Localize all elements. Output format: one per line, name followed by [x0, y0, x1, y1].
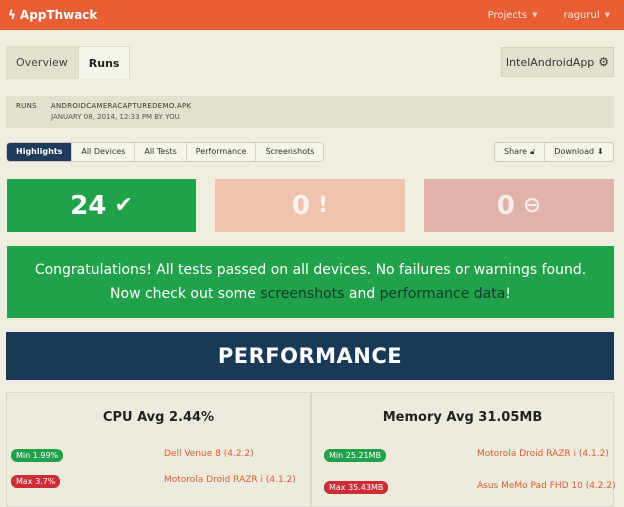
projects-label: Projects: [487, 9, 528, 21]
tab-all-tests[interactable]: All Tests: [135, 143, 187, 161]
warnings-count: 0: [291, 190, 311, 221]
app-name-label: IntelAndroidApp: [505, 55, 595, 69]
success-banner: Congratulations! All tests passed on all…: [7, 246, 614, 318]
failures-count: 0: [496, 190, 515, 221]
warnings-count-tile[interactable]: 0 !: [215, 179, 405, 232]
tab-all-devices[interactable]: All Devices: [72, 143, 136, 161]
memory-max-device[interactable]: Asus MeMo Pad FHD 10 (4.2.2): [477, 481, 617, 491]
memory-panel: Memory Avg 31.05MB Min 25.21MB Motorola …: [311, 392, 617, 507]
download-button[interactable]: Download ⬇: [545, 143, 612, 161]
user-dropdown[interactable]: ragurul ▼: [563, 10, 610, 21]
screenshots-link[interactable]: screenshots: [260, 286, 344, 302]
tab-overview[interactable]: Overview: [6, 46, 78, 79]
performance-heading: PERFORMANCE: [6, 332, 614, 380]
cpu-min-device[interactable]: Dell Venue 8 (4.2.2): [164, 449, 304, 459]
top-navbar: ϟ AppThwack Projects ▼ ragurul ▼: [0, 0, 624, 30]
share-button[interactable]: Share 🔓︎: [495, 143, 546, 161]
run-date: JANUARY 08, 2014, 12:33 PM BY YOU: [51, 113, 180, 121]
minus-circle-icon: ⊖: [522, 193, 542, 218]
tab-runs[interactable]: Runs: [77, 46, 131, 79]
download-arrow-icon: ⬇: [597, 147, 604, 156]
breadcrumb-runs[interactable]: RUNS: [16, 102, 37, 110]
passed-count-tile[interactable]: 24 ✔: [7, 179, 196, 232]
tab-highlights[interactable]: Highlights: [7, 143, 73, 161]
download-label: Download: [554, 147, 595, 156]
memory-min-device[interactable]: Motorola Droid RAZR i (4.1.2): [477, 449, 617, 459]
failures-count-tile[interactable]: 0 ⊖: [424, 179, 614, 232]
tab-performance[interactable]: Performance: [187, 143, 257, 161]
cpu-avg-title: CPU Avg 2.44%: [102, 410, 215, 425]
lightning-bolt-icon: ϟ: [8, 8, 16, 22]
memory-min-badge: Min 25.21MB: [324, 449, 387, 462]
app-settings-button[interactable]: IntelAndroidApp ⚙: [501, 47, 614, 77]
passed-count: 24: [70, 190, 107, 221]
banner-message: Congratulations! All tests passed on all…: [34, 262, 587, 278]
breadcrumb-file: ANDROIDCAMERACAPTUREDEMO.APK: [50, 102, 192, 110]
user-label: ragurul: [563, 9, 600, 21]
share-label: Share: [504, 147, 528, 156]
chevron-down-icon: ▼: [532, 11, 538, 19]
cpu-max-device[interactable]: Motorola Droid RAZR i (4.1.2): [164, 475, 304, 485]
gear-icon: ⚙: [598, 55, 610, 69]
cpu-panel: CPU Avg 2.44% Min 1.99% Dell Venue 8 (4.…: [6, 392, 311, 507]
exclamation-icon: !: [318, 193, 329, 218]
results-subnav: Highlights All Devices All Tests Perform…: [6, 142, 325, 162]
banner-text: !: [505, 286, 511, 302]
banner-text: and: [344, 286, 380, 302]
brand-name: AppThwack: [19, 8, 98, 22]
projects-dropdown[interactable]: Projects ▼: [488, 10, 538, 21]
lock-icon: 🔓︎: [530, 147, 536, 156]
memory-max-badge: Max 35.43MB: [324, 481, 389, 494]
checkmark-icon: ✔: [114, 193, 133, 218]
banner-text: Now check out some: [110, 286, 261, 302]
brand-logo[interactable]: ϟ AppThwack: [8, 8, 97, 22]
tab-screenshots[interactable]: Screenshots: [256, 143, 323, 161]
chevron-down-icon: ▼: [604, 11, 610, 19]
cpu-min-badge: Min 1.99%: [11, 449, 64, 462]
run-actions: Share 🔓︎ Download ⬇: [494, 142, 614, 162]
breadcrumb: RUNS ANDROIDCAMERACAPTUREDEMO.APK JANUAR…: [6, 96, 614, 128]
cpu-max-badge: Max 3.7%: [11, 475, 61, 488]
performance-data-link[interactable]: performance data: [380, 286, 506, 302]
main-tabs: Overview Runs: [6, 46, 131, 79]
memory-avg-title: Memory Avg 31.05MB: [382, 410, 543, 425]
